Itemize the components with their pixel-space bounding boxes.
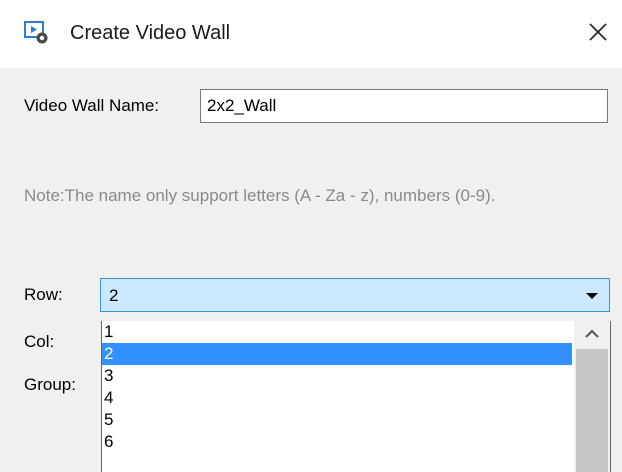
- chevron-up-icon: [585, 329, 599, 338]
- dropdown-option-1[interactable]: 1: [102, 321, 572, 343]
- dropdown-option-5[interactable]: 5: [102, 409, 572, 431]
- video-wall-settings-icon: [24, 21, 48, 44]
- group-label: Group:: [24, 375, 76, 394]
- close-button[interactable]: [580, 14, 616, 50]
- dropdown-scrollbar[interactable]: [574, 321, 610, 472]
- caret-down-icon: [586, 293, 598, 299]
- name-note: Note:The name only support letters (A - …: [24, 186, 496, 205]
- close-icon: [589, 23, 607, 41]
- scroll-up-button[interactable]: [574, 321, 610, 347]
- row-label: Row:: [24, 285, 63, 304]
- scrollbar-thumb[interactable]: [576, 349, 608, 472]
- video-wall-name-label: Video Wall Name:: [24, 96, 160, 115]
- row-select-value: 2: [109, 286, 119, 305]
- dialog-body: Video Wall Name: Note:The name only supp…: [0, 68, 622, 472]
- dropdown-option-2[interactable]: 2: [102, 343, 572, 365]
- dialog-title: Create Video Wall: [70, 22, 231, 44]
- row-select[interactable]: 2: [100, 278, 610, 312]
- title-bar: Create Video Wall: [0, 0, 622, 68]
- video-wall-name-input[interactable]: [200, 89, 608, 123]
- dropdown-option-4[interactable]: 4: [102, 387, 572, 409]
- col-label: Col:: [24, 332, 55, 351]
- dropdown-option-3[interactable]: 3: [102, 365, 572, 387]
- row-dropdown-list[interactable]: 1 2 3 4 5 6: [101, 321, 611, 472]
- dropdown-option-6[interactable]: 6: [102, 431, 572, 453]
